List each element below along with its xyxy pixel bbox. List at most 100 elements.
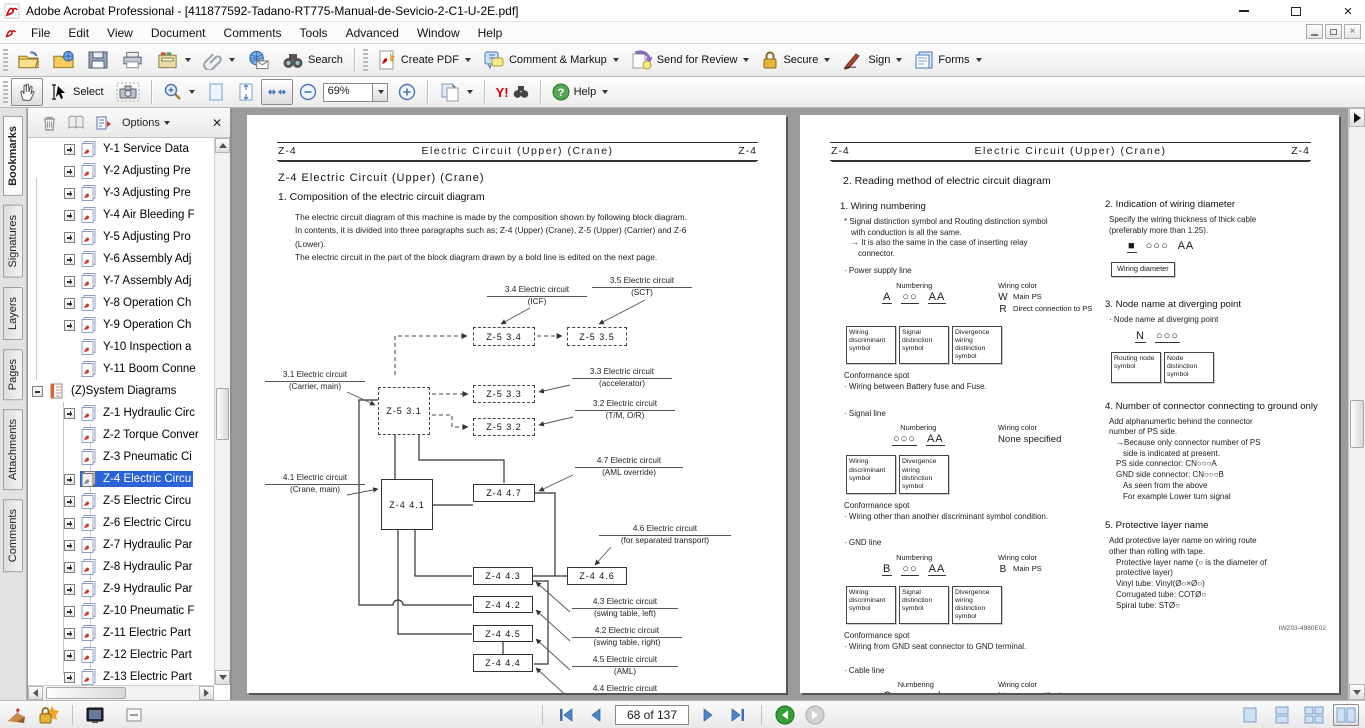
bookmark-item[interactable]: Z-3 Pneumatic Ci	[28, 446, 214, 468]
bookmark-label[interactable]: Z-4 Electric Circu	[101, 472, 193, 486]
bookmark-label[interactable]: Z-12 Electric Part	[101, 648, 194, 662]
expand-bookmark-icon[interactable]	[67, 115, 85, 130]
continuous-layout-button[interactable]	[1269, 704, 1295, 726]
previous-page-button[interactable]	[585, 704, 607, 726]
expand-plus-icon[interactable]	[64, 232, 75, 243]
menu-file[interactable]: File	[22, 24, 59, 42]
print-button[interactable]	[115, 46, 150, 74]
document-view[interactable]: Z-4 Electric Circuit (Upper) (Crane) Z-4…	[232, 108, 1348, 700]
bookmark-label[interactable]: Y-8 Operation Ch	[101, 296, 193, 310]
expand-plus-icon[interactable]	[64, 650, 75, 661]
last-page-button[interactable]	[727, 704, 749, 726]
bookmark-label[interactable]: Y-3 Adjusting Pre	[101, 186, 193, 200]
document-vertical-scrollbar[interactable]	[1348, 108, 1365, 700]
forms-button[interactable]: Forms	[908, 46, 987, 74]
expand-plus-icon[interactable]	[64, 276, 75, 287]
fit-height-button[interactable]	[231, 78, 261, 106]
bookmark-label[interactable]: Y-2 Adjusting Pre	[101, 164, 193, 178]
help-button[interactable]: ?Help	[546, 79, 615, 105]
toolbar-grip[interactable]	[3, 49, 8, 71]
bookmark-item[interactable]: Y-7 Assembly Adj	[28, 270, 214, 292]
bookmark-label[interactable]: Z-13 Electric Part	[101, 670, 194, 684]
bookmark-item[interactable]: Z-13 Electric Part	[28, 666, 214, 685]
zoom-in-button[interactable]	[392, 79, 422, 105]
bookmark-label[interactable]: Z-8 Hydraulic Par	[101, 560, 194, 574]
yahoo-search-button[interactable]: Y!	[490, 81, 535, 104]
zoom-tool-button[interactable]	[157, 78, 201, 106]
scrollbar-thumb[interactable]	[1350, 400, 1364, 448]
expand-plus-icon[interactable]	[64, 320, 75, 331]
bookmark-item[interactable]: Z-12 Electric Part	[28, 644, 214, 666]
sidebar-tab-pages[interactable]: Pages	[3, 349, 23, 400]
doc-minimize-button[interactable]	[1306, 24, 1323, 39]
bookmark-item[interactable]: Z-2 Torque Conver	[28, 424, 214, 446]
bookmark-item[interactable]: Z-9 Hydraulic Par	[28, 578, 214, 600]
bookmark-label[interactable]: Y-6 Assembly Adj	[101, 252, 193, 266]
bookmark-label[interactable]: Z-3 Pneumatic Ci	[101, 450, 194, 464]
sidebar-tab-attachments[interactable]: Attachments	[3, 409, 23, 490]
bookmark-item[interactable]: Y-11 Boom Conne	[28, 358, 214, 380]
bookmark-item[interactable]: Y-6 Assembly Adj	[28, 248, 214, 270]
sidebar-tab-layers[interactable]: Layers	[3, 287, 23, 340]
expand-plus-icon[interactable]	[64, 254, 75, 265]
snapshot-button[interactable]	[110, 78, 146, 106]
bookmark-label[interactable]: Y-10 Inspection a	[101, 340, 193, 354]
save-button[interactable]	[81, 46, 115, 74]
bookmark-label[interactable]: Z-1 Hydraulic Circ	[101, 406, 197, 420]
page-mode-icon[interactable]	[125, 707, 143, 723]
toolbar-grip[interactable]	[3, 81, 8, 103]
bookmark-label[interactable]: Z-9 Hydraulic Par	[101, 582, 194, 596]
expand-plus-icon[interactable]	[64, 562, 75, 573]
secure-button[interactable]: Secure	[755, 46, 836, 74]
zoom-out-button[interactable]	[293, 79, 323, 105]
menu-view[interactable]: View	[98, 24, 142, 42]
expand-plus-icon[interactable]	[64, 584, 75, 595]
screen-mode-icon[interactable]	[85, 706, 105, 724]
previous-view-button[interactable]	[774, 704, 796, 726]
search-button[interactable]: Search	[276, 46, 349, 74]
expand-plus-icon[interactable]	[64, 540, 75, 551]
new-bookmark-icon[interactable]	[95, 115, 112, 131]
restore-button[interactable]	[1287, 3, 1305, 19]
expand-plus-icon[interactable]	[64, 672, 75, 683]
sidebar-tab-comments[interactable]: Comments	[3, 499, 23, 572]
menu-document[interactable]: Document	[142, 24, 215, 42]
bookmark-item[interactable]: Z-10 Pneumatic F	[28, 600, 214, 622]
fit-width-button[interactable]	[261, 79, 293, 105]
scroll-down-button[interactable]	[1349, 684, 1365, 700]
bookmarks-horizontal-scrollbar[interactable]	[28, 685, 214, 700]
expand-plus-icon[interactable]	[64, 188, 75, 199]
bookmark-item[interactable]: Y-10 Inspection a	[28, 336, 214, 358]
email-button[interactable]	[241, 46, 276, 74]
single-page-button[interactable]	[201, 78, 231, 106]
bookmark-label[interactable]: (Z)System Diagrams	[69, 384, 178, 398]
bookmark-item[interactable]: Z-7 Hydraulic Par	[28, 534, 214, 556]
bookmark-label[interactable]: Z-5 Electric Circu	[101, 494, 193, 508]
minimize-button[interactable]	[1235, 3, 1253, 19]
next-view-button[interactable]	[804, 704, 826, 726]
expand-plus-icon[interactable]	[64, 166, 75, 177]
expand-plus-icon[interactable]	[64, 474, 75, 485]
bookmark-item[interactable]: Y-1 Service Data	[28, 138, 214, 160]
bookmark-item[interactable]: Z-6 Electric Circu	[28, 512, 214, 534]
bookmark-item[interactable]: Y-2 Adjusting Pre	[28, 160, 214, 182]
create-pdf-button[interactable]: Create PDF	[371, 46, 477, 74]
expand-plus-icon[interactable]	[64, 518, 75, 529]
menu-edit[interactable]: Edit	[59, 24, 98, 42]
bookmark-item[interactable]: Z-11 Electric Part	[28, 622, 214, 644]
menu-tools[interactable]: Tools	[291, 24, 337, 42]
bookmarks-vertical-scrollbar[interactable]	[214, 138, 230, 685]
bookmark-label[interactable]: Z-6 Electric Circu	[101, 516, 193, 530]
bookmark-item[interactable]: Y-8 Operation Ch	[28, 292, 214, 314]
bookmark-label[interactable]: Y-11 Boom Conne	[101, 362, 198, 376]
send-for-review-button[interactable]: Send for Review	[625, 46, 756, 74]
expand-plus-icon[interactable]	[64, 210, 75, 221]
bookmark-item[interactable]: Y-4 Air Bleeding F	[28, 204, 214, 226]
doc-close-button[interactable]: ×	[1344, 24, 1361, 39]
attach-button[interactable]	[197, 46, 241, 74]
bookmark-item[interactable]: Z-4 Electric Circu	[28, 468, 214, 490]
first-page-button[interactable]	[555, 704, 577, 726]
bookmark-label[interactable]: Y-5 Adjusting Pro	[101, 230, 193, 244]
bookmark-item[interactable]: Y-3 Adjusting Pre	[28, 182, 214, 204]
zoom-level-input[interactable]: 69%	[323, 83, 373, 102]
